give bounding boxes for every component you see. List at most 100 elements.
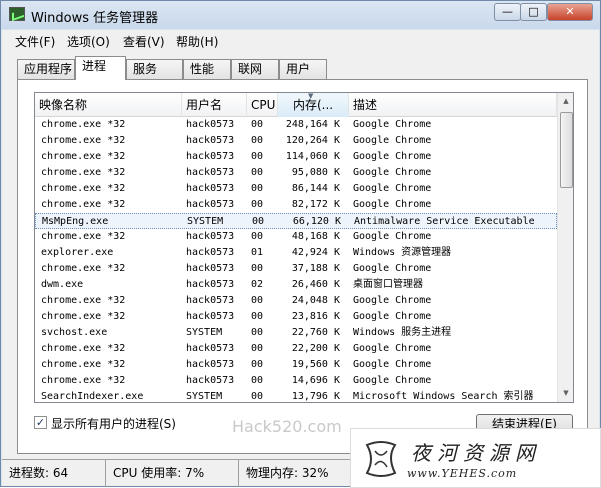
process-memory: 37,188 K xyxy=(291,263,340,274)
process-row[interactable]: chrome.exe *32 hack0573 00 22,200 K Google C… xyxy=(35,341,557,357)
process-cpu: 00 xyxy=(251,295,264,306)
process-memory: 14,696 K xyxy=(291,375,340,386)
process-user: hack0573 xyxy=(186,343,235,354)
column-header-memory[interactable]: ▼ 内存(... xyxy=(278,93,349,117)
process-description: Windows 资源管理器 xyxy=(353,247,452,258)
minimize-button[interactable]: — xyxy=(494,3,521,21)
process-row[interactable]: chrome.exe *32 hack0573 00 19,560 K Google C… xyxy=(35,357,557,373)
process-description: Google Chrome xyxy=(353,151,432,162)
process-row[interactable]: SearchIndexer.exe SYSTEM 00 13,796 K Microso… xyxy=(35,389,557,402)
tab-users[interactable]: 用户 xyxy=(279,59,327,79)
scroll-up-icon[interactable]: ▲ xyxy=(558,93,573,110)
process-row[interactable]: chrome.exe *32 hack0573 00 86,144 K Google C… xyxy=(35,181,557,197)
process-cpu: 00 xyxy=(251,311,264,322)
process-row[interactable]: chrome.exe *32 hack0573 00 114,060 K Google … xyxy=(35,149,557,165)
process-name: chrome.exe *32 xyxy=(41,311,126,322)
process-user: hack0573 xyxy=(186,247,235,258)
process-cpu: 00 xyxy=(251,119,264,130)
show-all-users-label: 显示所有用户的进程(S) xyxy=(51,417,176,431)
process-row[interactable]: svchost.exe SYSTEM 00 22,760 K Windows 服务主进程 xyxy=(35,325,557,341)
process-memory: 22,760 K xyxy=(291,327,340,338)
brand-url: www.YEHES.com xyxy=(407,467,518,480)
column-header-image-name[interactable]: 映像名称 xyxy=(35,93,182,117)
process-memory: 22,200 K xyxy=(291,343,340,354)
process-cpu: 00 xyxy=(251,343,264,354)
status-process-count: 进程数: 64 xyxy=(2,460,106,487)
process-row[interactable]: MsMpEng.exe SYSTEM 00 66,120 K Antimalware S… xyxy=(35,213,557,229)
process-memory: 114,060 K xyxy=(285,151,340,162)
process-user: SYSTEM xyxy=(186,327,223,338)
process-description: Google Chrome xyxy=(353,343,432,354)
process-user: hack0573 xyxy=(186,279,235,290)
process-row[interactable]: chrome.exe *32 hack0573 00 48,168 K Google C… xyxy=(35,229,557,245)
title-bar[interactable]: Windows 任务管理器 — □ ✕ xyxy=(1,1,600,29)
process-name: chrome.exe *32 xyxy=(41,375,126,386)
process-name: explorer.exe xyxy=(41,247,114,258)
menu-help[interactable]: 帮助(H) xyxy=(176,33,218,50)
menu-options[interactable]: 选项(O) xyxy=(67,33,110,50)
process-memory: 95,080 K xyxy=(291,167,340,178)
process-memory: 248,164 K xyxy=(285,119,340,130)
menu-bar: 文件(F) 选项(O) 查看(V) 帮助(H) xyxy=(2,30,599,52)
process-list[interactable]: 映像名称 用户名 CPU ▼ 内存(... 描述 chrome.exe *32 h… xyxy=(34,92,574,403)
process-memory: 26,460 K xyxy=(291,279,340,290)
tab-networking[interactable]: 联网 xyxy=(231,59,279,79)
tab-services[interactable]: 服务 xyxy=(126,59,183,79)
process-description: Google Chrome xyxy=(353,359,432,370)
process-cpu: 00 xyxy=(251,167,264,178)
process-row[interactable]: chrome.exe *32 hack0573 00 95,080 K Google C… xyxy=(35,165,557,181)
process-description: Google Chrome xyxy=(353,135,432,146)
status-cpu-usage: CPU 使用率: 7% xyxy=(106,460,239,487)
maximize-button[interactable]: □ xyxy=(520,3,547,21)
column-header-cpu[interactable]: CPU xyxy=(247,93,278,117)
process-rows: chrome.exe *32 hack0573 00 248,164 K Google … xyxy=(35,117,557,402)
tab-processes[interactable]: 进程 xyxy=(75,56,126,80)
process-name: chrome.exe *32 xyxy=(41,199,126,210)
process-row[interactable]: chrome.exe *32 hack0573 00 248,164 K Google … xyxy=(35,117,557,133)
process-name: chrome.exe *32 xyxy=(41,151,126,162)
task-manager-icon xyxy=(9,7,25,21)
process-description: Google Chrome xyxy=(353,295,432,306)
process-row[interactable]: chrome.exe *32 hack0573 00 24,048 K Google C… xyxy=(35,293,557,309)
process-cpu: 02 xyxy=(251,279,264,290)
process-cpu: 00 xyxy=(251,263,264,274)
process-cpu: 00 xyxy=(251,359,264,370)
show-all-users-checkbox[interactable]: ✓ xyxy=(34,416,47,429)
process-row[interactable]: chrome.exe *32 hack0573 00 82,172 K Google C… xyxy=(35,197,557,213)
process-memory: 42,924 K xyxy=(291,247,340,258)
process-name: chrome.exe *32 xyxy=(41,295,126,306)
column-header-description[interactable]: 描述 xyxy=(349,93,557,117)
process-description: Google Chrome xyxy=(353,375,432,386)
process-row[interactable]: chrome.exe *32 hack0573 00 120,264 K Google … xyxy=(35,133,557,149)
scroll-down-icon[interactable]: ▼ xyxy=(558,385,573,402)
menu-file[interactable]: 文件(F) xyxy=(15,33,55,50)
scroll-thumb[interactable] xyxy=(560,112,573,188)
menu-view[interactable]: 查看(V) xyxy=(123,33,165,50)
process-cpu: 00 xyxy=(251,135,264,146)
process-row[interactable]: chrome.exe *32 hack0573 00 37,188 K Google C… xyxy=(35,261,557,277)
list-header: 映像名称 用户名 CPU ▼ 内存(... 描述 xyxy=(35,93,557,117)
tab-applications[interactable]: 应用程序 xyxy=(17,59,75,79)
process-name: chrome.exe *32 xyxy=(41,263,126,274)
process-cpu: 01 xyxy=(251,247,264,258)
column-header-user-name[interactable]: 用户名 xyxy=(182,93,247,117)
process-description: Google Chrome xyxy=(353,231,432,242)
process-row[interactable]: chrome.exe *32 hack0573 00 23,816 K Google C… xyxy=(35,309,557,325)
brand-name: 夜河资源网 xyxy=(411,441,541,465)
vertical-scrollbar[interactable]: ▲ ▼ xyxy=(557,93,573,402)
process-cpu: 00 xyxy=(251,231,264,242)
process-user: SYSTEM xyxy=(187,216,224,227)
process-user: hack0573 xyxy=(186,151,235,162)
column-header-memory-label: 内存(... xyxy=(293,98,334,112)
process-user: hack0573 xyxy=(186,199,235,210)
process-user: hack0573 xyxy=(186,375,235,386)
process-cpu: 00 xyxy=(251,199,264,210)
tab-performance[interactable]: 性能 xyxy=(183,59,231,79)
process-row[interactable]: chrome.exe *32 hack0573 00 14,696 K Google C… xyxy=(35,373,557,389)
process-row[interactable]: dwm.exe hack0573 02 26,460 K 桌面窗口管理器 xyxy=(35,277,557,293)
process-row[interactable]: explorer.exe hack0573 01 42,924 K Windows 资源… xyxy=(35,245,557,261)
close-button[interactable]: ✕ xyxy=(547,3,593,21)
process-memory: 66,120 K xyxy=(292,216,341,227)
process-user: hack0573 xyxy=(186,183,235,194)
process-user: hack0573 xyxy=(186,311,235,322)
